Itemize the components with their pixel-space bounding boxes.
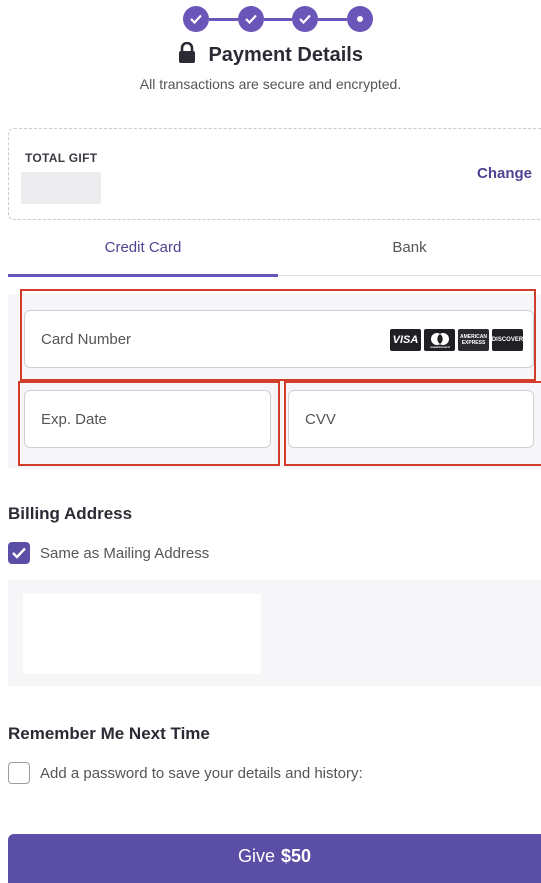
- cvv-input[interactable]: CVV: [288, 390, 534, 448]
- check-icon: [299, 14, 311, 24]
- step-1-complete[interactable]: [183, 6, 209, 32]
- change-gift-link[interactable]: Change: [477, 165, 532, 182]
- amex-icon: AMERICAN EXPRESS: [458, 329, 489, 351]
- total-gift-amount-placeholder: [21, 172, 101, 204]
- mastercard-icon: mastercard: [424, 329, 455, 351]
- cvv-placeholder: CVV: [305, 410, 336, 428]
- payment-method-tabs: Credit Card Bank: [8, 228, 541, 277]
- card-number-placeholder: Card Number: [41, 330, 132, 348]
- stepper-connector: [209, 18, 238, 21]
- give-button-amount: $50: [280, 845, 312, 866]
- progress-stepper: [183, 6, 373, 32]
- page-header: Payment Details: [0, 41, 541, 69]
- lock-icon: [178, 41, 196, 69]
- card-number-input[interactable]: Card Number VISA mastercard AMERICAN EXP…: [24, 310, 534, 368]
- total-gift-panel: TOTAL GIFT Change: [8, 128, 541, 220]
- check-icon: [12, 547, 26, 559]
- give-button[interactable]: Give $50: [8, 834, 541, 883]
- give-button-label: Give: [237, 845, 275, 866]
- total-gift-label: TOTAL GIFT: [25, 151, 98, 165]
- remember-password-label[interactable]: Add a password to save your details and …: [40, 765, 363, 782]
- same-as-mailing-label[interactable]: Same as Mailing Address: [40, 545, 209, 562]
- remember-password-checkbox[interactable]: [8, 762, 30, 784]
- card-form: Card Number VISA mastercard AMERICAN EXP…: [8, 294, 541, 468]
- stepper-connector: [318, 18, 347, 21]
- billing-address-content: [23, 594, 261, 674]
- visa-icon: VISA: [390, 329, 421, 351]
- page-subtitle: All transactions are secure and encrypte…: [139, 76, 402, 92]
- check-icon: [245, 14, 257, 24]
- card-brands: VISA mastercard AMERICAN EXPRESS DISCOVE…: [390, 329, 523, 351]
- active-tab-indicator: [8, 274, 278, 277]
- step-4-current: [347, 6, 373, 32]
- discover-icon: DISCOVER: [492, 329, 523, 351]
- stepper-connector: [264, 18, 292, 21]
- step-3-complete[interactable]: [292, 6, 318, 32]
- exp-date-placeholder: Exp. Date: [41, 410, 107, 428]
- exp-date-input[interactable]: Exp. Date: [24, 390, 271, 448]
- check-icon: [190, 14, 202, 24]
- same-as-mailing-checkbox[interactable]: [8, 542, 30, 564]
- tab-credit-card[interactable]: Credit Card: [8, 228, 278, 276]
- billing-address-heading: Billing Address: [8, 504, 133, 523]
- page-title: Payment Details: [208, 44, 363, 66]
- step-2-complete[interactable]: [238, 6, 264, 32]
- remember-me-heading: Remember Me Next Time: [8, 724, 210, 743]
- mastercard-wordmark: mastercard: [430, 345, 450, 349]
- tab-bank[interactable]: Bank: [278, 228, 541, 276]
- billing-address-panel: [8, 580, 541, 686]
